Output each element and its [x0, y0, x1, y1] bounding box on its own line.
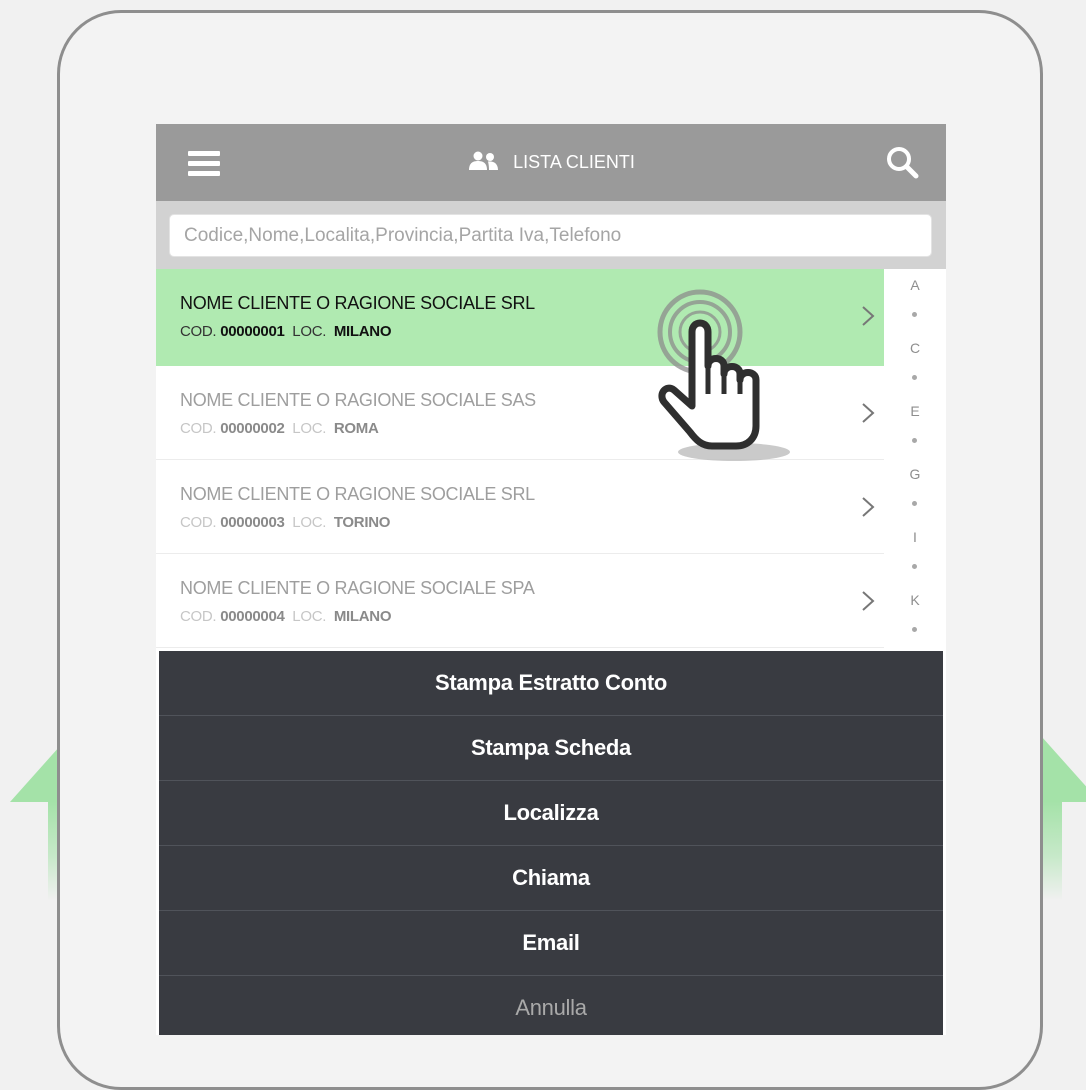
app-screen: LISTA CLIENTI NOME CLIENTE O RAGIONE SOC…	[156, 124, 946, 1035]
client-meta: COD. 00000004 LOC. MILANO	[180, 608, 392, 625]
client-meta: COD. 00000002 LOC. ROMA	[180, 420, 379, 437]
action-localizza[interactable]: Localizza	[159, 781, 943, 846]
search-icon[interactable]	[884, 144, 920, 180]
app-bar: LISTA CLIENTI	[156, 124, 946, 201]
client-name: NOME CLIENTE O RAGIONE SOCIALE SPA	[180, 578, 535, 598]
location-label: LOC.	[292, 323, 327, 340]
client-meta: COD. 00000003 LOC. TORINO	[180, 514, 390, 531]
client-row[interactable]: NOME CLIENTE O RAGIONE SOCIALE SPA COD. 0…	[156, 554, 884, 648]
code-label: COD.	[180, 323, 217, 340]
code-label: COD.	[180, 608, 217, 625]
cancel-button[interactable]: Annulla	[159, 976, 943, 1035]
index-dot	[912, 438, 917, 443]
search-bar	[156, 201, 946, 269]
location-label: LOC.	[292, 514, 327, 531]
index-dot	[912, 627, 917, 632]
index-letter[interactable]: K	[884, 592, 946, 608]
client-name: NOME CLIENTE O RAGIONE SOCIALE SRL	[180, 293, 535, 313]
alphabet-index[interactable]: A C E G I K	[884, 269, 946, 639]
index-letter[interactable]: C	[884, 340, 946, 356]
action-stampa-scheda[interactable]: Stampa Scheda	[159, 716, 943, 781]
chevron-right-icon	[862, 591, 875, 611]
index-letter[interactable]: E	[884, 403, 946, 419]
people-icon	[469, 151, 499, 171]
index-letter[interactable]: A	[884, 277, 946, 293]
search-input[interactable]	[169, 214, 932, 257]
index-dot	[912, 312, 917, 317]
app-bar-title: LISTA CLIENTI	[156, 124, 946, 201]
client-name: NOME CLIENTE O RAGIONE SOCIALE SAS	[180, 390, 536, 410]
hamburger-menu-icon[interactable]	[188, 151, 220, 177]
client-code: 00000004	[220, 608, 285, 625]
client-code: 00000003	[220, 514, 285, 531]
client-location: TORINO	[333, 514, 391, 531]
tap-hand-icon	[657, 289, 790, 461]
action-email[interactable]: Email	[159, 911, 943, 976]
page-title: LISTA CLIENTI	[513, 152, 635, 172]
chevron-right-icon	[862, 306, 875, 326]
client-location: ROMA	[333, 420, 379, 437]
client-name: NOME CLIENTE O RAGIONE SOCIALE SRL	[180, 484, 535, 504]
action-chiama[interactable]: Chiama	[159, 846, 943, 911]
code-label: COD.	[180, 514, 217, 531]
client-location: MILANO	[333, 323, 392, 340]
code-label: COD.	[180, 420, 217, 437]
index-letter[interactable]: I	[884, 529, 946, 545]
index-dot	[912, 375, 917, 380]
action-stampa-estratto-conto[interactable]: Stampa Estratto Conto	[159, 651, 943, 716]
index-dot	[912, 564, 917, 569]
action-sheet: Stampa Estratto Conto Stampa Scheda Loca…	[159, 651, 943, 1035]
client-meta: COD. 00000001 LOC. MILANO	[180, 323, 392, 340]
chevron-right-icon	[862, 403, 875, 423]
index-letter[interactable]: G	[884, 466, 946, 482]
location-label: LOC.	[292, 608, 327, 625]
client-row[interactable]: NOME CLIENTE O RAGIONE SOCIALE SRL COD. 0…	[156, 460, 884, 554]
index-dot	[912, 501, 917, 506]
client-location: MILANO	[333, 608, 392, 625]
client-code: 00000002	[220, 420, 285, 437]
location-label: LOC.	[292, 420, 327, 437]
client-code: 00000001	[220, 323, 285, 340]
chevron-right-icon	[862, 497, 875, 517]
